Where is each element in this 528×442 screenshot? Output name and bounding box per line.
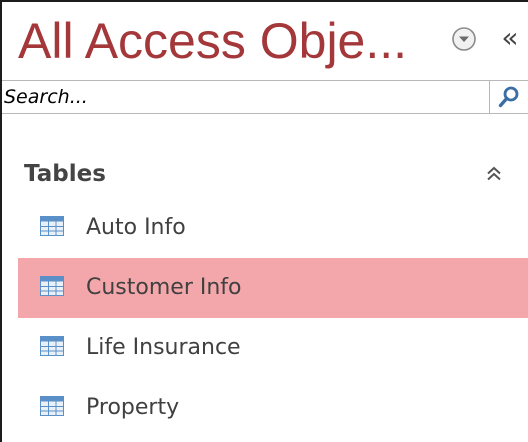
group-label: Tables [24, 161, 106, 187]
group-header-tables[interactable]: Tables [2, 152, 528, 196]
list-item-life-insurance[interactable]: Life Insurance [18, 318, 528, 378]
table-icon [40, 276, 64, 296]
list-item-label: Property [86, 395, 180, 420]
search-input[interactable] [2, 81, 488, 113]
object-list: Auto Info Customer Info Life Insurance P… [18, 198, 528, 438]
search-icon [498, 86, 519, 108]
table-icon [40, 216, 64, 236]
list-item-label: Customer Info [86, 275, 242, 300]
shutter-bar-collapse-button[interactable]: « [492, 18, 528, 58]
list-item-label: Life Insurance [86, 335, 241, 360]
search-button[interactable] [489, 81, 528, 113]
double-chevron-left-icon: « [501, 21, 519, 54]
navigation-pane-header: All Access Obje... « [2, 2, 528, 80]
double-chevron-up-icon[interactable] [478, 158, 510, 190]
navigation-pane-title[interactable]: All Access Obje... [18, 12, 438, 70]
navigation-pane: All Access Obje... « Tables [0, 0, 528, 442]
list-item-property[interactable]: Property [18, 378, 528, 438]
list-item-auto-info[interactable]: Auto Info [18, 198, 528, 258]
search-bar [2, 80, 528, 114]
circle-chevron-down-icon [452, 27, 476, 51]
table-icon [40, 396, 64, 416]
navigation-menu-button[interactable] [447, 22, 481, 56]
table-icon [40, 336, 64, 356]
list-item-customer-info[interactable]: Customer Info [18, 258, 528, 318]
list-item-label: Auto Info [86, 215, 186, 240]
